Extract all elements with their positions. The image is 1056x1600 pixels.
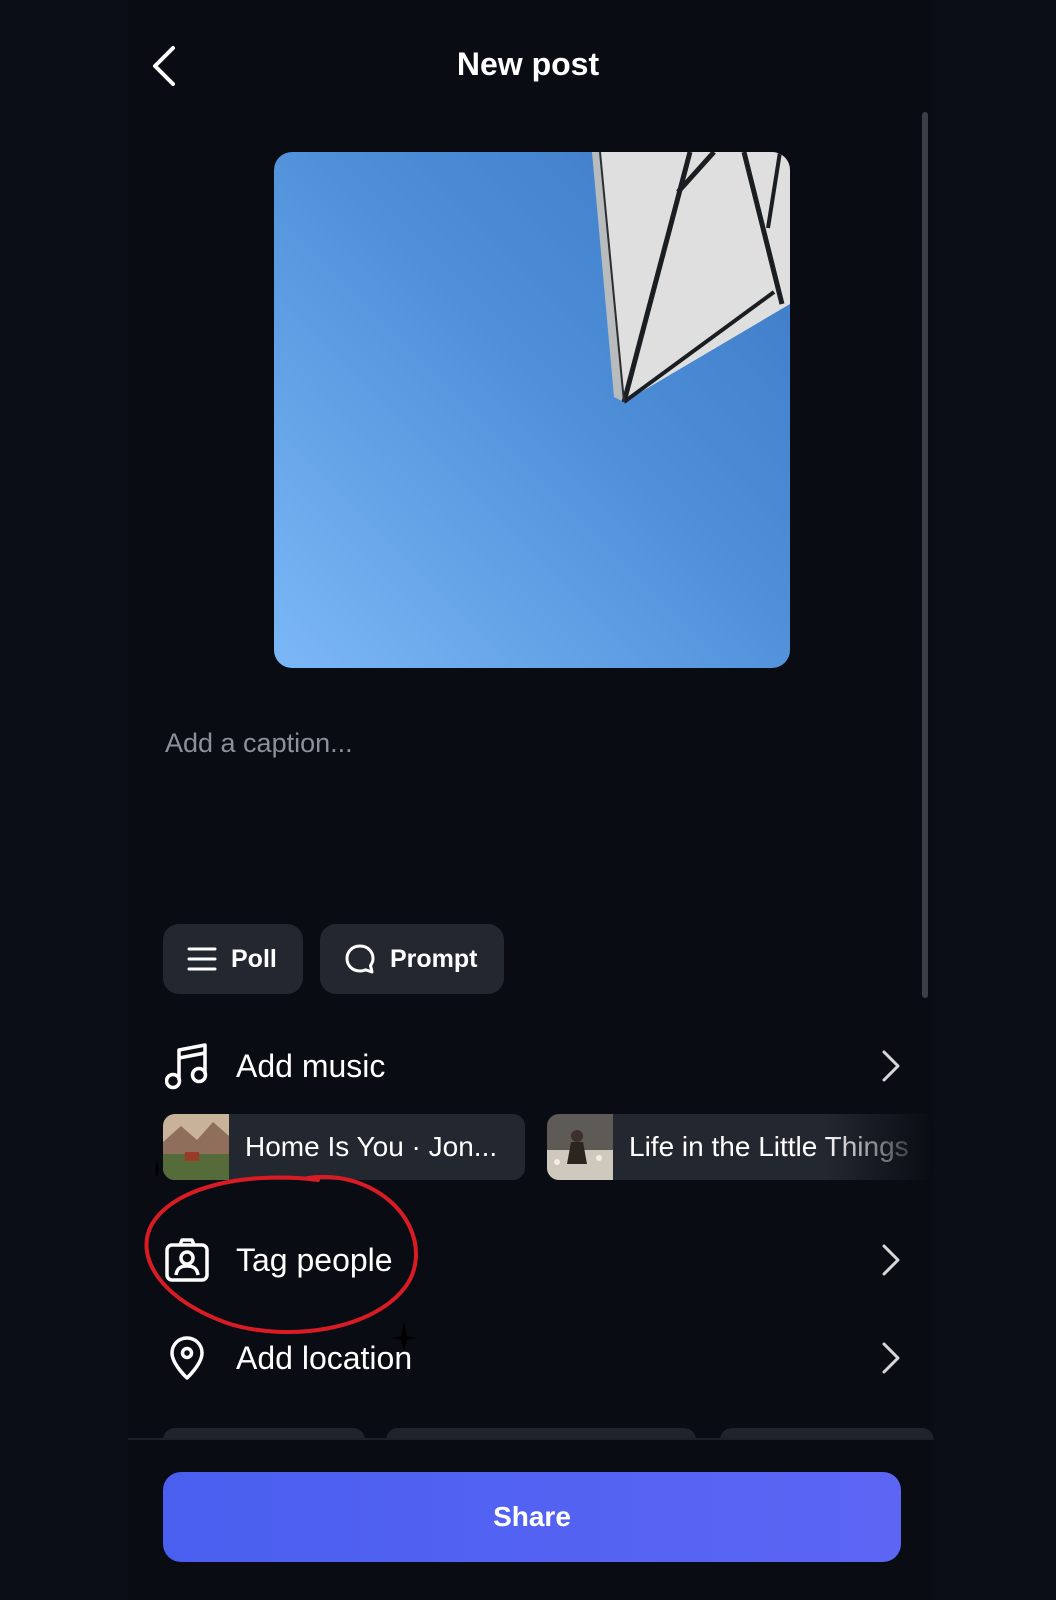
caption-input[interactable]: [165, 728, 865, 759]
sparkle-icon: [155, 1160, 159, 1178]
album-art-thumbnail: [163, 1114, 229, 1180]
add-music-label: Add music: [236, 1047, 386, 1084]
song-title: Home Is You · Jon...: [245, 1131, 498, 1162]
new-post-screen: New post Add a caption... Poll Prompt Ad…: [0, 0, 1056, 1600]
chevron-right-icon: [882, 1050, 900, 1082]
music-note-icon: [165, 1043, 208, 1090]
add-music-row[interactable]: Add music: [162, 1034, 902, 1098]
share-button[interactable]: Share: [163, 1472, 901, 1562]
header: New post: [0, 0, 1056, 120]
music-suggestion-1[interactable]: Home Is You · Jon...: [163, 1114, 525, 1180]
fade-overlay: [824, 1114, 934, 1180]
chevron-right-icon: [882, 1342, 900, 1374]
divider: [128, 1438, 934, 1440]
tag-person-icon: [165, 1238, 209, 1282]
speech-bubble-icon: [345, 944, 375, 974]
poll-label: Poll: [231, 944, 277, 973]
music-suggestion-2[interactable]: Life in the Little Things: [547, 1114, 934, 1180]
prompt-label: Prompt: [390, 944, 478, 973]
post-image-preview[interactable]: [274, 152, 790, 668]
cursor-sparkle-icon: [392, 1322, 416, 1352]
sky-photo: [274, 152, 790, 668]
page-title: New post: [456, 46, 600, 82]
list-icon: [187, 947, 217, 971]
scrollbar[interactable]: [922, 112, 928, 998]
prompt-button[interactable]: Prompt: [320, 924, 504, 994]
poll-button[interactable]: Poll: [163, 924, 303, 994]
album-art-thumbnail: [547, 1114, 613, 1180]
add-location-row[interactable]: Add location: [162, 1326, 902, 1390]
location-pin-icon: [170, 1336, 204, 1380]
tag-people-row[interactable]: Tag people: [162, 1228, 902, 1292]
chevron-right-icon: [882, 1244, 900, 1276]
add-location-label: Add location: [236, 1339, 413, 1376]
tag-people-label: Tag people: [236, 1241, 393, 1278]
